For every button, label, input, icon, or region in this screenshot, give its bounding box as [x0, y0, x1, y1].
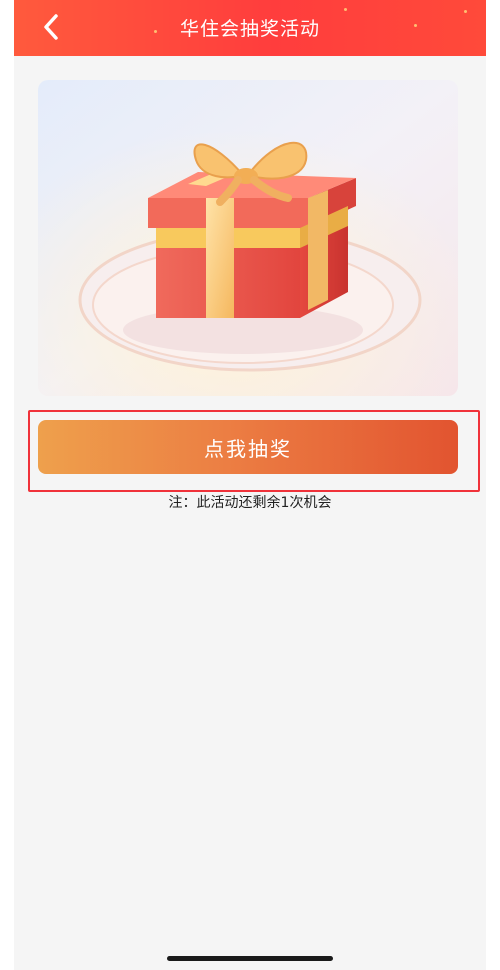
draw-lottery-button[interactable]: 点我抽奖: [38, 420, 458, 474]
gift-box-illustration: [38, 80, 458, 396]
remaining-chances-note: 注：此活动还剩余1次机会: [168, 495, 332, 511]
home-indicator[interactable]: [167, 956, 333, 961]
page-title: 华住会抽奖活动: [179, 18, 320, 40]
left-margin: [0, 0, 14, 970]
right-margin: [486, 0, 500, 970]
header-bar: 华住会抽奖活动: [14, 0, 486, 56]
